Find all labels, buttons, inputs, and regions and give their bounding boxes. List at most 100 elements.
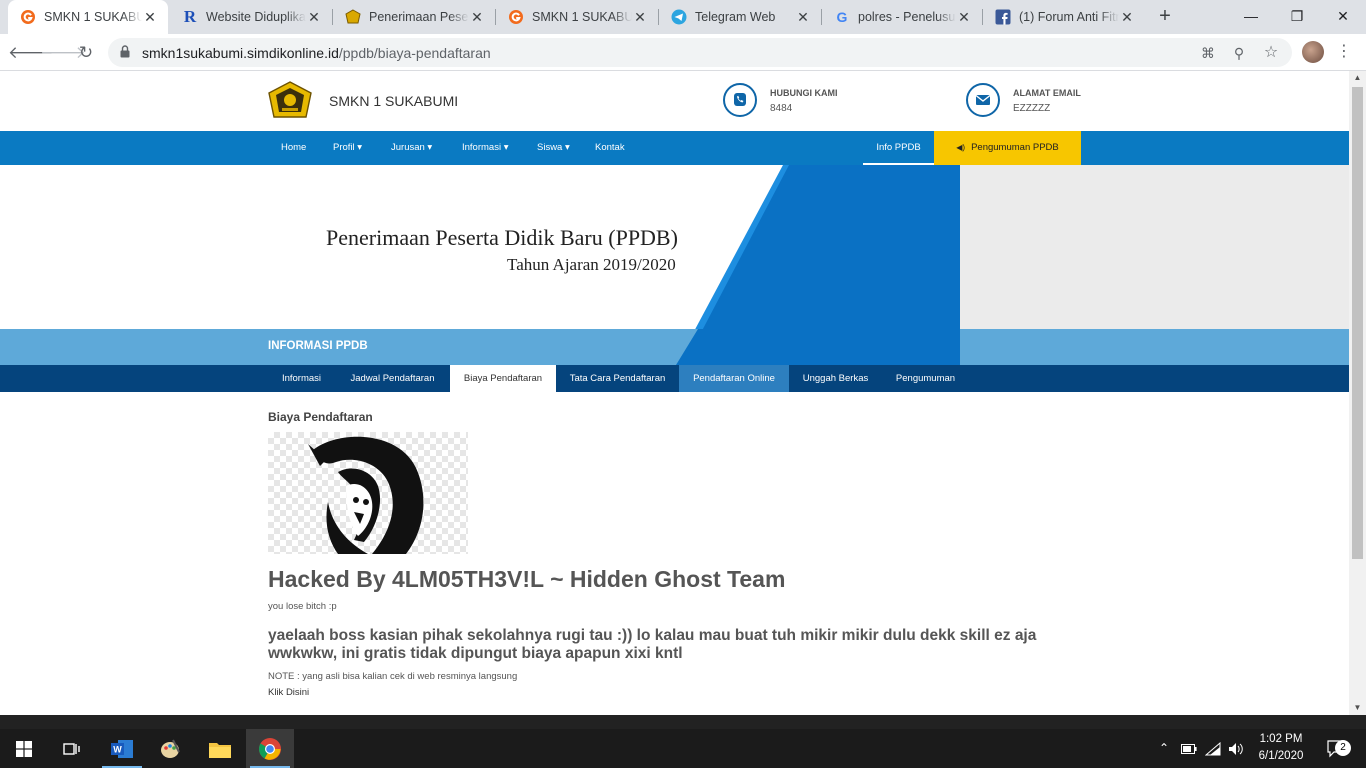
browser-tab-2[interactable]: R Website Diduplikasi ✕ (170, 0, 332, 34)
scroll-up-icon[interactable]: ▲ (1349, 71, 1366, 85)
scroll-down-icon[interactable]: ▼ (1349, 701, 1366, 715)
email-value: EZZZZZ (1013, 103, 1051, 114)
tab-title: (1) Forum Anti Fitnah (1019, 10, 1119, 24)
forward-icon[interactable]: 🡒 (40, 39, 86, 67)
subnav-pendaftaran-online[interactable]: Pendaftaran Online (679, 365, 789, 392)
browser-tab-4[interactable]: SMKN 1 SUKABUMI ✕ (496, 0, 658, 34)
info-bar-background (0, 329, 1349, 365)
profile-avatar[interactable] (1302, 41, 1324, 63)
speaker-icon: ◀) (956, 143, 966, 152)
nav-kontak[interactable]: Kontak (595, 131, 625, 165)
pengumuman-label: Pengumuman PPDB (971, 142, 1059, 153)
nav-jurusan[interactable]: Jurusan ▾ (391, 131, 432, 165)
tab-title: SMKN 1 SUKABUMI (532, 10, 632, 24)
system-clock[interactable]: 1:02 PM 6/1/2020 (1242, 731, 1320, 765)
minimize-button[interactable]: — (1228, 0, 1274, 32)
nav-info-ppdb[interactable]: Info PPDB (863, 131, 934, 165)
close-tab-icon[interactable]: ✕ (469, 9, 485, 26)
ppdb-subnav: Informasi Jadwal Pendaftaran Biaya Penda… (0, 365, 1349, 392)
notification-icon[interactable]: 2 (1324, 729, 1351, 768)
subnav-unggah-berkas[interactable]: Unggah Berkas (789, 365, 882, 392)
address-bar[interactable]: smkn1sukabumi.simdikonline.id/ppdb/biaya… (108, 38, 1292, 67)
google-icon: G (836, 9, 848, 25)
nav-siswa[interactable]: Siswa ▾ (537, 131, 570, 165)
orange-g-icon (20, 9, 36, 25)
page-viewport: SMKN 1 SUKABUMI HUBUNGI KAMI 8484 ALAMAT… (0, 71, 1349, 715)
school-emblem-icon (345, 9, 361, 25)
facebook-icon (995, 9, 1011, 25)
site-header: SMKN 1 SUKABUMI HUBUNGI KAMI 8484 ALAMAT… (0, 71, 1349, 131)
content-heading: Biaya Pendaftaran (268, 410, 373, 424)
close-tab-icon[interactable]: ✕ (632, 9, 648, 26)
main-navigation: Home Profil ▾ Jurusan ▾ Informasi ▾ Sisw… (0, 131, 1349, 165)
browser-toolbar: 🡐 🡒 ↻ smkn1sukabumi.simdikonline.id/ppdb… (0, 34, 1366, 71)
task-view-icon[interactable] (48, 729, 96, 768)
tab-title: SMKN 1 SUKABUMI (44, 10, 142, 24)
note-text: NOTE : yang asli bisa kalian cek di web … (268, 671, 518, 682)
subnav-jadwal[interactable]: Jadwal Pendaftaran (335, 365, 450, 392)
tray-chevron-icon[interactable]: ⌃ (1156, 729, 1172, 768)
translate-icon[interactable]: ⌘ (1199, 44, 1217, 62)
notification-count: 2 (1335, 740, 1351, 756)
site-name[interactable]: SMKN 1 SUKABUMI (329, 93, 458, 109)
close-tab-icon[interactable]: ✕ (142, 9, 158, 26)
tab-title: Website Diduplikasi (206, 10, 306, 24)
browser-tab-1[interactable]: SMKN 1 SUKABUMI ✕ (8, 0, 168, 34)
subnav-biaya[interactable]: Biaya Pendaftaran (450, 365, 556, 392)
close-tab-icon[interactable]: ✕ (306, 9, 322, 26)
close-window-button[interactable]: ✕ (1320, 0, 1366, 32)
browser-tab-7[interactable]: (1) Forum Anti Fitnah ✕ (983, 0, 1145, 34)
r-logo-icon: R (183, 7, 197, 26)
windows-start-icon[interactable] (0, 729, 48, 768)
file-explorer-icon[interactable] (196, 729, 244, 768)
browser-tab-strip: SMKN 1 SUKABUMI ✕ R Website Diduplikasi … (0, 0, 1366, 34)
nav-pengumuman-ppdb[interactable]: ◀) Pengumuman PPDB (934, 131, 1081, 165)
school-logo[interactable] (268, 81, 312, 121)
page-scrollbar[interactable]: ▲ ▼ (1349, 71, 1366, 715)
wifi-icon[interactable] (1204, 729, 1222, 768)
taunt-text: you lose bitch :p (268, 601, 337, 612)
close-tab-icon[interactable]: ✕ (1119, 9, 1135, 26)
orange-g-icon (508, 9, 524, 25)
klik-disini-link[interactable]: Klik Disini (268, 687, 309, 698)
url-path: /ppdb/biaya-pendaftaran (338, 45, 491, 61)
close-tab-icon[interactable]: ✕ (956, 9, 972, 26)
lock-icon (120, 45, 130, 58)
reload-icon[interactable]: ↻ (72, 39, 100, 67)
subnav-pengumuman[interactable]: Pengumuman (882, 365, 969, 392)
browser-menu-icon[interactable]: ⋮ (1334, 38, 1354, 66)
nav-home[interactable]: Home (281, 131, 306, 165)
email-title: ALAMAT EMAIL (1013, 88, 1081, 98)
url-host: smkn1sukabumi.simdikonline.id (142, 45, 339, 61)
clock-date: 6/1/2020 (1258, 750, 1304, 762)
nav-profil[interactable]: Profil ▾ (333, 131, 362, 165)
browser-tab-6[interactable]: G polres - Penelusuran ✕ (822, 0, 982, 34)
defacement-paragraph: yaelaah boss kasian pihak sekolahnya rug… (268, 627, 1037, 662)
restore-button[interactable]: ❐ (1274, 0, 1320, 32)
windows-taskbar: W ⌃ 1:02 PM 6/1/2020 2 (0, 729, 1366, 768)
battery-icon[interactable] (1180, 729, 1198, 768)
banner-subtitle: Tahun Ajaran 2019/2020 (507, 255, 676, 274)
chrome-icon[interactable] (246, 729, 294, 768)
browser-tab-3[interactable]: Penerimaan Peserta ✕ (333, 0, 495, 34)
tab-title: Telegram Web (695, 10, 776, 24)
tab-title: polres - Penelusuran (858, 10, 956, 24)
telegram-icon (671, 9, 687, 25)
subnav-informasi[interactable]: Informasi (268, 365, 335, 392)
browser-tab-5[interactable]: Telegram Web ✕ (659, 0, 821, 34)
subnav-tata-cara[interactable]: Tata Cara Pendaftaran (556, 365, 679, 392)
bookmark-star-icon[interactable]: ☆ (1262, 44, 1280, 62)
info-bar-label: INFORMASI PPDB (268, 340, 368, 352)
clock-time: 1:02 PM (1259, 733, 1303, 745)
zoom-icon[interactable]: ⚲ (1230, 44, 1248, 62)
paint-icon[interactable] (146, 729, 194, 768)
new-tab-button[interactable]: + (1153, 4, 1177, 28)
word-icon[interactable]: W (98, 729, 146, 768)
scrollbar-thumb[interactable] (1352, 87, 1363, 559)
close-tab-icon[interactable]: ✕ (795, 9, 811, 26)
nav-informasi[interactable]: Informasi ▾ (462, 131, 508, 165)
banner-title: Penerimaan Peserta Didik Baru (PPDB) (326, 225, 678, 250)
back-icon[interactable]: 🡐 (8, 39, 54, 67)
contact-title: HUBUNGI KAMI (770, 88, 838, 98)
hacked-headline: Hacked By 4LM05TH3V!L ~ Hidden Ghost Tea… (268, 566, 786, 592)
